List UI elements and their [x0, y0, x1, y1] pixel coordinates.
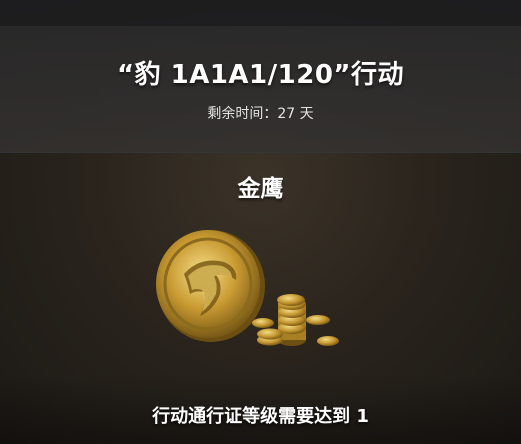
gold-eagle-coins-icon	[150, 228, 350, 358]
campaign-title: “豹 1A1A1/120”行动	[116, 60, 404, 90]
remaining-time: 剩余时间：27 天	[207, 106, 314, 122]
level-requirement: 行动通行证等级需要达到 1	[152, 406, 369, 427]
reward-name: 金鹰	[237, 176, 284, 202]
header-top-strip	[0, 0, 521, 26]
